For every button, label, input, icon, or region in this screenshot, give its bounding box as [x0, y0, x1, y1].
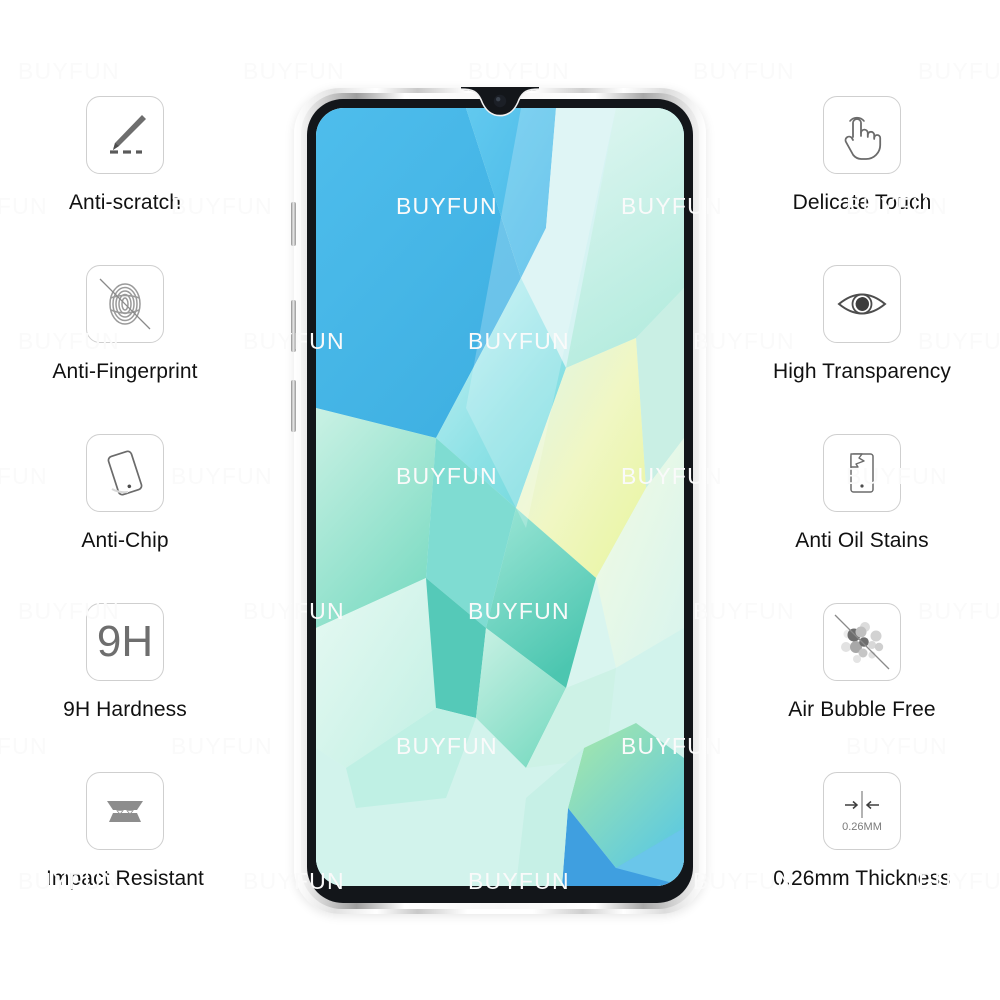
phone-mockup [291, 87, 706, 914]
feature-label: Impact Resistant [46, 867, 204, 890]
bubbles-slash-icon [823, 603, 901, 681]
feature-label: Anti-Chip [81, 529, 169, 552]
hardness-value: 9H [97, 617, 153, 666]
feature-item-air-bubble-free: Air Bubble Free [737, 603, 987, 772]
eye-icon [823, 265, 901, 343]
fingerprint-slash-icon [86, 265, 164, 343]
wallpaper-low-poly [316, 108, 684, 886]
feature-label: Anti Oil Stains [795, 529, 929, 552]
hand-tap-icon [823, 96, 901, 174]
pencil-scratch-icon [86, 96, 164, 174]
feature-item-impact-resistant: Impact Resistant [0, 772, 250, 941]
waterdrop-notch [461, 87, 539, 121]
watermark-text: BUYFUN [468, 58, 570, 84]
phone-oil-drop-icon [823, 434, 901, 512]
feature-item-anti-scratch: Anti-scratch [0, 96, 250, 265]
side-button-volume-up[interactable] [291, 202, 296, 246]
feature-label: High Transparency [773, 360, 951, 383]
side-button-volume-down[interactable] [291, 300, 296, 352]
feature-label: Air Bubble Free [788, 698, 936, 721]
product-infographic: BUYFUNBUYFUNBUYFUNBUYFUNBUYFUNBUYFUNBUYF… [0, 0, 1000, 1000]
feature-item-anti-chip: Anti-Chip [0, 434, 250, 603]
phone-tilted-icon [86, 434, 164, 512]
feature-column-right: Delicate Touch High Transparency Anti Oi… [737, 96, 987, 941]
feature-item-thickness: 0.26MM 0.26mm Thickness [737, 772, 987, 941]
feature-column-left: Anti-scratch Anti-Fingerprint Anti-Chip … [0, 96, 250, 941]
feature-label: Anti-Fingerprint [52, 360, 198, 383]
impact-layers-icon [86, 772, 164, 850]
thickness-value: 0.26MM [842, 821, 882, 833]
hardness-9h-icon: 9H [86, 603, 164, 681]
watermark-text: BUYFUN [693, 58, 795, 84]
feature-item-9h-hardness: 9H 9H Hardness [0, 603, 250, 772]
feature-label: Anti-scratch [68, 191, 182, 214]
watermark-text: BUYFUN [918, 58, 1000, 84]
feature-item-delicate-touch: Delicate Touch [737, 96, 987, 265]
feature-item-anti-oil-stains: Anti Oil Stains [737, 434, 987, 603]
feature-label: 9H Hardness [63, 698, 187, 721]
feature-item-anti-fingerprint: Anti-Fingerprint [0, 265, 250, 434]
feature-label: 0.26mm Thickness [773, 867, 951, 890]
side-button-power[interactable] [291, 380, 296, 432]
phone-screen [316, 108, 684, 886]
watermark-text: BUYFUN [243, 58, 345, 84]
feature-label: Delicate Touch [792, 191, 932, 214]
feature-item-high-transparency: High Transparency [737, 265, 987, 434]
watermark-text: BUYFUN [18, 58, 120, 84]
thickness-arrows-icon: 0.26MM [823, 772, 901, 850]
front-camera [493, 94, 507, 108]
